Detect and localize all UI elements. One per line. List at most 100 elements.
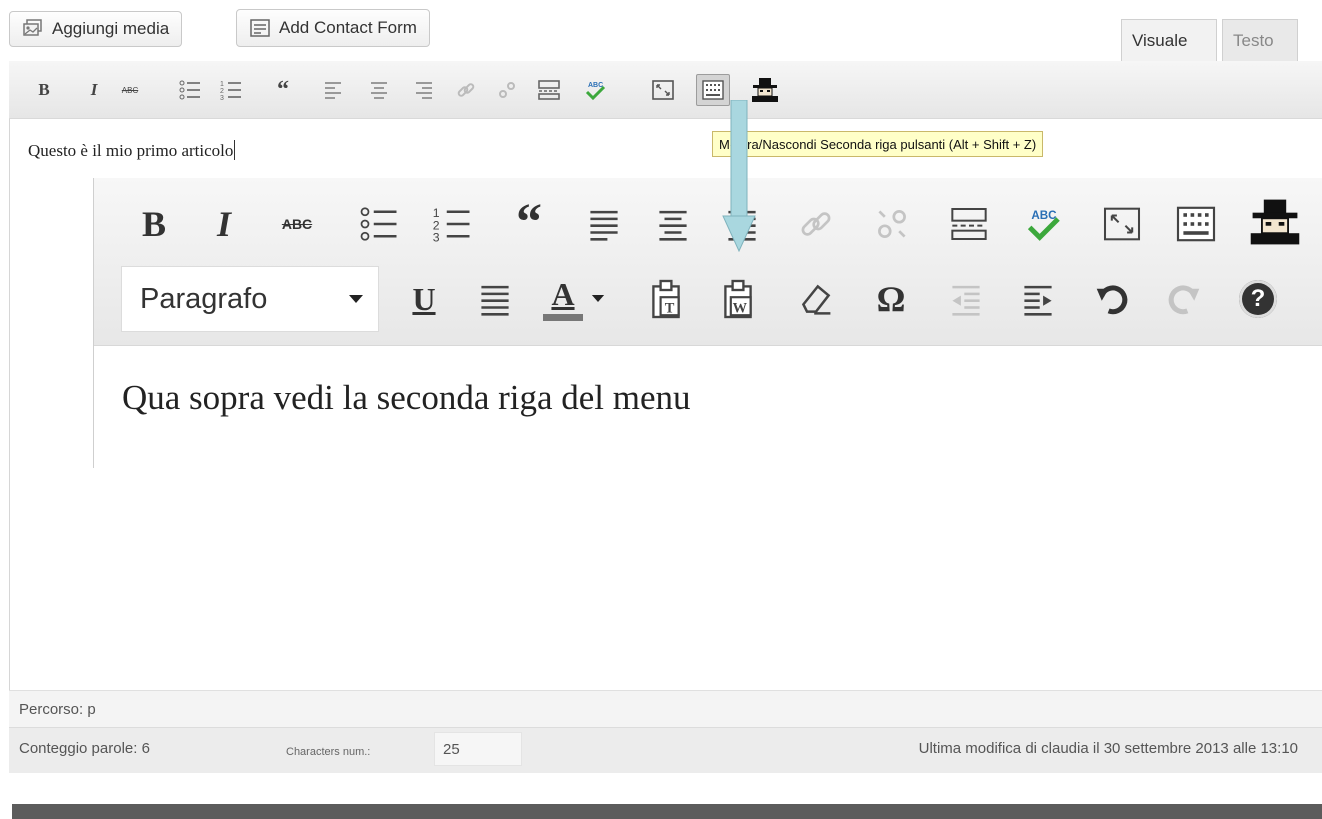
strikethrough-button[interactable]: ABC — [117, 76, 143, 104]
spellcheck-button-large[interactable]: ABC — [1020, 198, 1066, 250]
align-left-icon — [590, 210, 618, 241]
zoomed-toolbar-inset: B I ABC 123 “ ABC Paragrafo U A T W Ω ? … — [93, 178, 1322, 468]
justify-icon — [481, 285, 509, 316]
media-icon — [23, 19, 42, 36]
numbered-list-button[interactable]: 123 — [218, 76, 244, 104]
paste-word-icon: W — [724, 279, 752, 319]
blockquote-button[interactable]: “ — [272, 76, 294, 104]
strikethrough-button-large[interactable]: ABC — [277, 198, 317, 250]
insert-link-button-large[interactable] — [794, 198, 838, 250]
more-tag-icon — [951, 207, 987, 240]
toggle-kitchen-sink-button-large[interactable] — [1173, 198, 1219, 250]
kitchen-sink-icon — [1176, 206, 1216, 242]
spellcheck-button[interactable]: ABC — [582, 76, 608, 104]
align-right-button[interactable] — [412, 76, 436, 104]
special-character-button[interactable]: Ω — [866, 273, 916, 325]
spellcheck-icon: ABC — [1027, 209, 1060, 241]
insert-more-button-large[interactable] — [946, 198, 992, 250]
text-color-button[interactable]: A — [542, 268, 584, 328]
editor-content[interactable]: Questo è il mio primo articolo — [28, 140, 236, 161]
align-center-button-large[interactable] — [653, 198, 693, 250]
svg-text:ABC: ABC — [588, 82, 603, 89]
add-contact-form-button[interactable]: Add Contact Form — [236, 9, 430, 47]
undo-button[interactable] — [1090, 273, 1134, 325]
tab-visual-label: Visuale — [1132, 30, 1188, 50]
status-bar: Conteggio parole: 6 Characters num.: 25 … — [9, 727, 1322, 773]
justify-button[interactable] — [475, 273, 515, 325]
bold-button-large[interactable]: B — [134, 198, 174, 250]
add-media-label: Aggiungi media — [52, 19, 170, 38]
insert-more-button[interactable] — [536, 76, 562, 104]
numbered-list-button-large[interactable]: 123 — [429, 198, 475, 250]
italic-button-large[interactable]: I — [207, 198, 241, 250]
path-bar: Percorso: p — [9, 690, 1322, 727]
editor-screenshot: Aggiungi media Add Contact Form Visuale … — [0, 0, 1322, 819]
align-center-button[interactable] — [367, 76, 391, 104]
svg-text:ABC: ABC — [1031, 209, 1057, 222]
text-color-swatch — [543, 313, 583, 321]
underline-button[interactable]: U — [406, 273, 442, 325]
redo-icon — [1168, 285, 1200, 315]
text-caret — [234, 140, 236, 160]
bullet-list-button-large[interactable] — [356, 198, 402, 250]
spy-hat-icon — [1250, 199, 1300, 245]
form-icon — [250, 19, 270, 37]
insert-link-button[interactable] — [455, 76, 477, 104]
link-icon — [457, 83, 475, 97]
redo-button[interactable] — [1162, 273, 1206, 325]
remove-link-button-large[interactable] — [870, 198, 914, 250]
tab-text[interactable]: Testo — [1222, 19, 1298, 61]
kitchen-sink-icon — [702, 80, 724, 100]
blockquote-button-large[interactable]: “ — [507, 192, 551, 252]
word-count: Conteggio parole: 6 — [19, 740, 150, 757]
text-color-dropdown[interactable] — [590, 288, 606, 308]
remove-link-button[interactable] — [496, 76, 518, 104]
fullscreen-icon — [652, 80, 674, 100]
numbered-list-icon: 123 — [433, 206, 470, 244]
indent-button[interactable] — [1016, 273, 1060, 325]
eraser-icon — [801, 284, 831, 315]
tab-visual[interactable]: Visuale — [1121, 19, 1217, 61]
help-button[interactable]: ? — [1234, 273, 1282, 325]
bullet-list-icon — [360, 207, 397, 241]
svg-text:W: W — [733, 301, 748, 317]
paste-from-word-button[interactable]: W — [716, 273, 760, 325]
help-icon: ? — [1239, 280, 1277, 318]
outdent-button[interactable] — [944, 273, 988, 325]
bold-button[interactable]: B — [35, 76, 53, 104]
chevron-down-icon — [591, 294, 605, 302]
more-tag-icon — [538, 80, 560, 100]
add-contact-form-label: Add Contact Form — [279, 18, 417, 37]
align-left-button[interactable] — [321, 76, 345, 104]
paste-text-icon: T — [652, 279, 680, 319]
paste-as-text-button[interactable]: T — [644, 273, 688, 325]
plugin-button-large[interactable] — [1246, 192, 1304, 252]
link-icon — [801, 212, 831, 236]
text-color-letter: A — [551, 275, 575, 312]
svg-text:2: 2 — [220, 88, 224, 95]
toolbar-tooltip: Mostra/Nascondi Seconda riga pulsanti (A… — [712, 131, 1044, 157]
fullscreen-icon — [1103, 207, 1141, 241]
editor-content-text: Questo è il mio primo articolo — [28, 141, 234, 160]
characters-label: Characters num.: — [286, 746, 371, 758]
bullet-list-button[interactable] — [177, 76, 203, 104]
format-select-value: Paragrafo — [140, 282, 268, 315]
format-select[interactable]: Paragrafo — [121, 266, 379, 332]
svg-text:T: T — [665, 301, 675, 317]
align-left-button-large[interactable] — [584, 198, 624, 250]
align-center-icon — [371, 82, 387, 99]
fullscreen-button[interactable] — [650, 76, 676, 104]
bullet-list-icon — [179, 80, 200, 100]
add-media-button[interactable]: Aggiungi media — [9, 11, 183, 47]
svg-text:3: 3 — [220, 95, 224, 101]
clear-formatting-button[interactable] — [794, 273, 838, 325]
align-center-icon — [659, 210, 687, 241]
fullscreen-button-large[interactable] — [1099, 198, 1145, 250]
path-label: Percorso: p — [19, 700, 96, 718]
pointer-arrow — [722, 100, 756, 252]
italic-button[interactable]: I — [86, 76, 102, 104]
numbered-list-icon: 123 — [220, 81, 241, 101]
undo-icon — [1096, 285, 1128, 315]
align-right-icon — [416, 82, 432, 99]
unlink-icon — [499, 82, 515, 98]
